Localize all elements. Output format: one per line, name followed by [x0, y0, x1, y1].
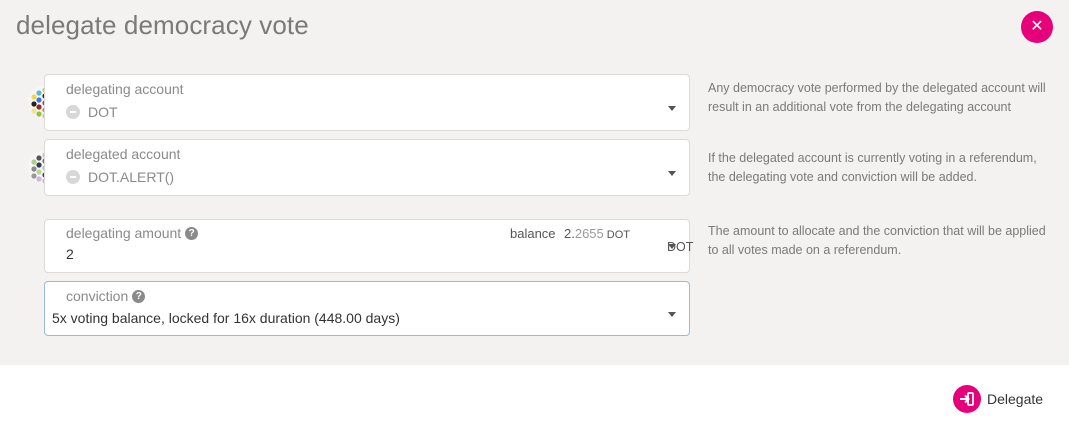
chevron-down-icon[interactable] [668, 244, 676, 249]
minus-icon [66, 170, 80, 185]
delegating-amount-field: delegating amount? balance 2.2655DOT DOT [44, 219, 693, 273]
conviction-label-text: conviction [66, 288, 129, 304]
balance-label: balance [510, 226, 556, 241]
delegated-account-name: DOT.ALERT() [88, 169, 175, 185]
delegated-account-value: DOT.ALERT() [66, 169, 174, 185]
chevron-down-icon [668, 312, 676, 317]
close-button[interactable]: ✕ [1021, 11, 1053, 43]
modal-title: delegate democracy vote [16, 10, 309, 40]
delegating-account-label: delegating account [66, 81, 184, 97]
delegating-amount-input[interactable] [66, 246, 366, 262]
delegating-amount-label-text: delegating amount [66, 225, 182, 241]
delegating-account-select[interactable]: delegating account DOT [44, 74, 690, 131]
delegating-account-description: Any democracy vote performed by the dele… [708, 81, 1046, 114]
balance-value: 2.2655 DOT [564, 226, 630, 241]
help-icon[interactable]: ? [185, 226, 199, 240]
chevron-down-icon [668, 106, 676, 111]
delegated-account-label: delegated account [66, 146, 181, 162]
amount-description: The amount to allocate and the convictio… [708, 224, 1046, 257]
conviction-value: 5x voting balance, locked for 16x durati… [52, 310, 400, 326]
conviction-select[interactable]: conviction? 5x voting balance, locked fo… [44, 281, 690, 336]
balance-integer: 2. [564, 226, 575, 241]
delegated-account-description: If the delegated account is currently vo… [708, 151, 1037, 184]
delegate-icon [953, 385, 981, 413]
delegating-account-name: DOT [88, 104, 118, 120]
delegating-account-value: DOT [66, 104, 118, 120]
balance-unit: DOT [606, 229, 630, 241]
close-icon: ✕ [1030, 18, 1044, 35]
conviction-label: conviction? [66, 288, 146, 304]
chevron-down-icon [668, 171, 676, 176]
delegate-button-label: Delegate [987, 391, 1044, 407]
minus-icon [66, 105, 80, 120]
balance-decimals: 2655 [574, 226, 604, 241]
help-icon[interactable]: ? [132, 289, 146, 303]
delegated-account-select[interactable]: delegated account DOT.ALERT() [44, 139, 690, 196]
delegating-amount-label: delegating amount? [66, 225, 199, 241]
modal-body: delegate democracy vote ✕ delegating acc… [0, 0, 1069, 365]
